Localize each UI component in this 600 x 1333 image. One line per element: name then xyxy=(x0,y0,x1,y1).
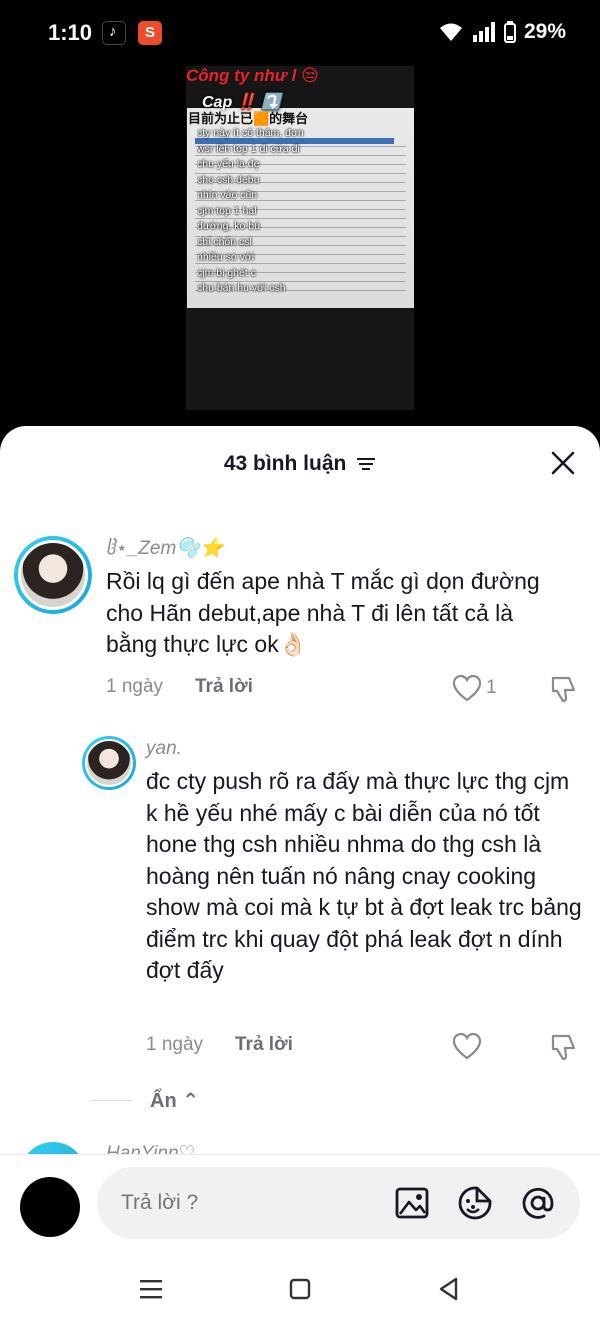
reply-input[interactable] xyxy=(121,1191,371,1215)
reply-button[interactable]: Trả lời xyxy=(195,676,253,698)
comments-sheet: 43 bình luận ჱ⋆_Zem🫧⭐ Rồi lq gì đến ape … xyxy=(0,426,600,1333)
comment-time: 1 ngày xyxy=(106,676,164,697)
home-icon[interactable] xyxy=(285,1274,315,1304)
hide-replies-row: Ẩn ⌃ xyxy=(0,1086,600,1116)
reply-comment-item: yan. đc cty push rõ ra đấy mà thực lực t… xyxy=(0,732,600,1072)
comment-username[interactable]: ჱ⋆_Zem🫧⭐ xyxy=(106,536,224,560)
caption-line: chu bán hu với csh xyxy=(197,282,286,294)
battery-percent: 29% xyxy=(523,20,566,43)
image-icon[interactable] xyxy=(394,1185,430,1221)
signal-icon xyxy=(472,22,495,42)
tiktok-notification-icon xyxy=(102,21,126,45)
comment-username[interactable]: HanYinn♡ xyxy=(106,1142,196,1154)
avatar[interactable] xyxy=(82,736,136,790)
caption-line: wsr lên top 1 đi cứa đi xyxy=(197,142,300,155)
shopee-notification-icon xyxy=(138,21,162,45)
divider xyxy=(90,1100,132,1101)
video-overlay-title: Công ty như l 😒 xyxy=(186,66,319,85)
caption-line: đường, ko bú xyxy=(197,220,260,232)
battery-icon xyxy=(503,21,516,43)
close-icon[interactable] xyxy=(550,450,576,476)
comment-text: đc cty push rõ ra đấy mà thực lực thg cj… xyxy=(146,768,582,983)
caption-line: nhiều so với xyxy=(197,251,255,263)
back-icon[interactable] xyxy=(434,1274,464,1304)
android-nav-bar xyxy=(0,1246,600,1333)
caption-line: cty này ít cô thâm, đơn xyxy=(197,127,304,139)
reply-input-bar xyxy=(0,1154,600,1246)
status-bar: 1:10 29% xyxy=(0,0,600,66)
wifi-icon xyxy=(439,23,462,41)
comment-item: ჱ⋆_Zem🫧⭐ Rồi lq gì đến ape nhà T mắc gì … xyxy=(0,530,600,730)
heart-icon[interactable] xyxy=(452,1032,482,1060)
comment-time: 1 ngày xyxy=(146,1034,204,1055)
caption-line: cho csh debu xyxy=(197,173,260,186)
caption-line: nhìn vào cũn xyxy=(197,189,258,201)
video-player[interactable]: Công ty như l 😒 Cap ‼️ ⤵️ 目前为止已🟧的舞台 cty … xyxy=(0,66,600,446)
avatar[interactable] xyxy=(20,1142,86,1154)
like-count: 1 xyxy=(486,677,497,698)
comment-item-partial: HanYinn♡ xyxy=(0,1140,600,1154)
sort-filter-icon[interactable] xyxy=(356,456,376,472)
mention-icon[interactable] xyxy=(520,1185,556,1221)
caption-line: cjm top 1 hal xyxy=(197,204,257,217)
recent-apps-icon[interactable] xyxy=(136,1274,166,1304)
comment-text: Rồi lq gì đến ape nhà T mắc gì dọn đường… xyxy=(106,568,540,657)
comments-header: 43 bình luận xyxy=(0,426,600,502)
video-overlay-caption: cty này ít cô thâm, đơn wsr lên top 1 đi… xyxy=(197,126,407,297)
comments-count-title[interactable]: 43 bình luận xyxy=(0,452,600,476)
dislike-icon[interactable] xyxy=(548,1032,578,1062)
reply-button[interactable]: Trả lời xyxy=(235,1034,293,1056)
dislike-icon[interactable] xyxy=(548,674,578,704)
status-time: 1:10 xyxy=(48,20,93,45)
video-overlay-chinese-heading: 目前为止已🟧的舞台 xyxy=(188,111,309,126)
my-avatar[interactable] xyxy=(20,1177,80,1237)
heart-icon xyxy=(452,674,482,702)
comments-count-label: 43 bình luận xyxy=(223,452,347,475)
like-button[interactable]: 1 xyxy=(452,674,497,702)
status-indicators: 29% xyxy=(438,20,566,44)
caption-line: chu yếu la đẹ̣ xyxy=(197,158,260,170)
avatar[interactable] xyxy=(14,536,92,614)
comment-username[interactable]: yan. xyxy=(146,738,182,760)
hide-replies-button[interactable]: Ẩn ⌃ xyxy=(150,1088,199,1113)
caption-line: cjm bị ghét c xyxy=(197,266,256,279)
caption-line: chỉ chốn csl xyxy=(197,235,252,248)
reply-input-container[interactable] xyxy=(97,1167,580,1239)
sticker-icon[interactable] xyxy=(457,1185,493,1221)
